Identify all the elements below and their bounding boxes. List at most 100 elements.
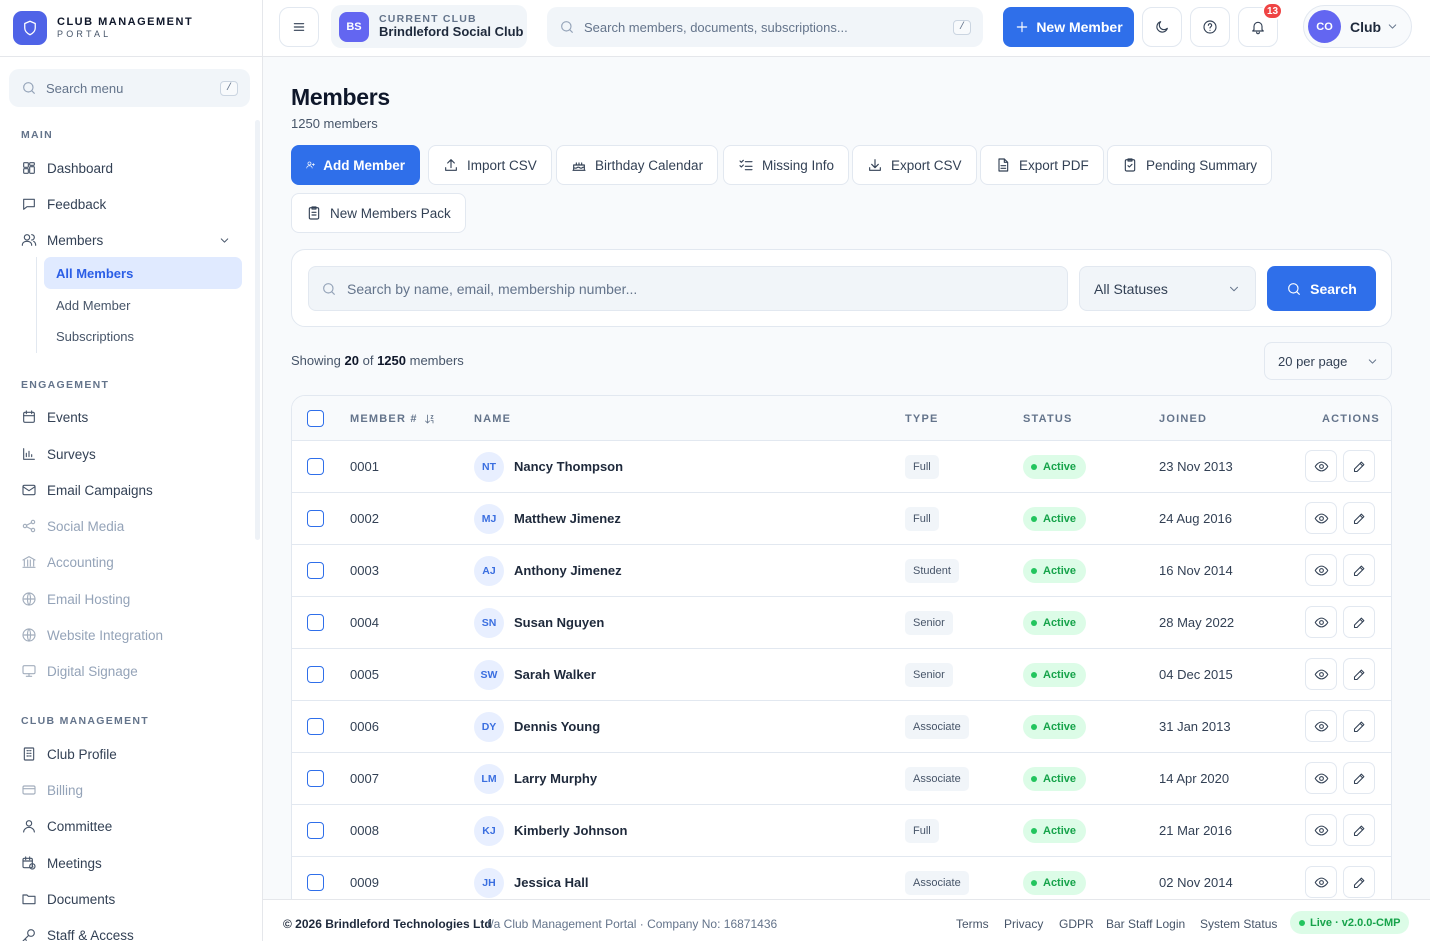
sidebar-item-surveys[interactable]: Surveys [21, 446, 241, 462]
table-row[interactable]: 0001 NT Nancy Thompson Full Active 23 Nov 201… [292, 441, 1391, 493]
sidebar-item-billing[interactable]: Billing [21, 782, 241, 798]
sidebar-item-meetings[interactable]: Meetings [21, 855, 241, 871]
view-button[interactable] [1305, 762, 1337, 794]
theme-toggle-button[interactable] [1142, 7, 1182, 47]
member-name[interactable]: Nancy Thompson [514, 459, 623, 474]
edit-button[interactable] [1343, 658, 1375, 690]
search-button[interactable]: Search [1267, 266, 1376, 311]
import-csv-button[interactable]: Import CSV [428, 145, 552, 185]
sidebar-item-club-profile[interactable]: Club Profile [21, 746, 241, 762]
view-button[interactable] [1305, 502, 1337, 534]
row-checkbox[interactable] [307, 666, 324, 683]
member-name[interactable]: Larry Murphy [514, 771, 597, 786]
row-checkbox[interactable] [307, 562, 324, 579]
edit-button[interactable] [1343, 762, 1375, 794]
birthday-calendar-button[interactable]: Birthday Calendar [556, 145, 719, 185]
edit-button[interactable] [1343, 450, 1375, 482]
sidebar-item-members[interactable]: Members [21, 232, 241, 248]
view-button[interactable] [1305, 554, 1337, 586]
footer-link-system-status[interactable]: System Status [1200, 917, 1277, 931]
brand[interactable]: CLUB MANAGEMENT PORTAL [0, 0, 262, 57]
pending-summary-button[interactable]: Pending Summary [1107, 145, 1273, 185]
member-name[interactable]: Sarah Walker [514, 667, 596, 682]
sidebar-item-dashboard[interactable]: Dashboard [21, 160, 241, 176]
member-name[interactable]: Jessica Hall [514, 875, 588, 890]
club-selector[interactable]: BS CURRENT CLUB Brindleford Social Club [331, 5, 527, 48]
edit-button[interactable] [1343, 710, 1375, 742]
status-filter-select[interactable]: All Statuses [1079, 266, 1256, 311]
sidebar-item-social-media[interactable]: Social Media [21, 518, 241, 534]
sidebar-scrollbar[interactable] [255, 120, 260, 540]
table-row[interactable]: 0006 DY Dennis Young Associate Active 31 Jan … [292, 701, 1391, 753]
export-pdf-button[interactable]: Export PDF [980, 145, 1104, 185]
table-row[interactable]: 0007 LM Larry Murphy Associate Active 14 Apr … [292, 753, 1391, 805]
sidebar-item-label: Email Campaigns [47, 482, 153, 498]
sidebar-subitem-subscriptions[interactable]: Subscriptions [44, 320, 242, 352]
table-row[interactable]: 0003 AJ Anthony Jimenez Student Active 16 Nov… [292, 545, 1391, 597]
row-checkbox[interactable] [307, 718, 324, 735]
menu-toggle-button[interactable] [279, 7, 319, 47]
row-checkbox[interactable] [307, 614, 324, 631]
member-name[interactable]: Kimberly Johnson [514, 823, 627, 838]
status-label: Active [1043, 617, 1077, 629]
new-member-button[interactable]: New Member [1003, 7, 1134, 47]
view-button[interactable] [1305, 658, 1337, 690]
edit-button[interactable] [1343, 502, 1375, 534]
global-search-input[interactable]: Search members, documents, subscriptions… [547, 7, 983, 47]
sidebar-item-feedback[interactable]: Feedback [21, 196, 241, 212]
row-checkbox[interactable] [307, 874, 324, 891]
sidebar-item-email-hosting[interactable]: Email Hosting [21, 591, 241, 607]
edit-button[interactable] [1343, 554, 1375, 586]
section-main: MAIN [21, 129, 54, 141]
sidebar-item-accounting[interactable]: Accounting [21, 554, 241, 570]
add-member-button[interactable]: Add Member [291, 145, 420, 185]
export-csv-button[interactable]: Export CSV [852, 145, 977, 185]
table-row[interactable]: 0004 SN Susan Nguyen Senior Active 28 May 202… [292, 597, 1391, 649]
chevron-down-icon[interactable] [218, 234, 231, 247]
sidebar-item-digital-signage[interactable]: Digital Signage [21, 663, 241, 679]
view-button[interactable] [1305, 710, 1337, 742]
table-row[interactable]: 0005 SW Sarah Walker Senior Active 04 Dec 201… [292, 649, 1391, 701]
new-members-pack-button[interactable]: New Members Pack [291, 193, 466, 233]
user-menu[interactable]: CO Club [1303, 5, 1412, 48]
per-page-select[interactable]: 20 per page [1264, 342, 1392, 380]
sidebar-item-website-integration[interactable]: Website Integration [21, 627, 241, 643]
select-all-checkbox[interactable] [307, 410, 324, 427]
view-button[interactable] [1305, 450, 1337, 482]
sidebar-item-staff-access[interactable]: Staff & Access [21, 927, 241, 941]
table-row[interactable]: 0002 MJ Matthew Jimenez Full Active 24 Aug 20… [292, 493, 1391, 545]
footer-link-bar-staff-login[interactable]: Bar Staff Login [1106, 917, 1185, 931]
sidebar-subitem-add-member[interactable]: Add Member [44, 289, 242, 321]
view-button[interactable] [1305, 814, 1337, 846]
row-checkbox[interactable] [307, 510, 324, 527]
missing-info-button[interactable]: Missing Info [723, 145, 850, 185]
sidebar-item-events[interactable]: Events [21, 409, 241, 425]
table-row[interactable]: 0008 KJ Kimberly Johnson Full Active 21 Mar 2… [292, 805, 1391, 857]
pencil-icon [1352, 771, 1367, 786]
footer: © 2026 Brindleford Technologies Ltd t/a … [263, 899, 1430, 941]
notifications-button[interactable]: 13 [1238, 2, 1283, 47]
sidebar-subitem-all-members[interactable]: All Members [44, 257, 242, 289]
edit-button[interactable] [1343, 814, 1375, 846]
sidebar-item-email-campaigns[interactable]: Email Campaigns [21, 482, 241, 498]
member-search-input[interactable]: Search by name, email, membership number… [308, 266, 1068, 311]
member-name[interactable]: Anthony Jimenez [514, 563, 622, 578]
row-checkbox[interactable] [307, 458, 324, 475]
sidebar-item-committee[interactable]: Committee [21, 818, 241, 834]
member-name[interactable]: Susan Nguyen [514, 615, 604, 630]
footer-link-gdpr[interactable]: GDPR [1059, 917, 1094, 931]
view-button[interactable] [1305, 606, 1337, 638]
help-button[interactable] [1190, 7, 1230, 47]
member-name[interactable]: Matthew Jimenez [514, 511, 621, 526]
footer-link-terms[interactable]: Terms [956, 917, 989, 931]
row-checkbox[interactable] [307, 822, 324, 839]
edit-button[interactable] [1343, 606, 1375, 638]
column-member-number[interactable]: MEMBER # [350, 413, 436, 425]
edit-button[interactable] [1343, 866, 1375, 898]
view-button[interactable] [1305, 866, 1337, 898]
sidebar-search-input[interactable]: Search menu / [9, 69, 250, 107]
sidebar-item-documents[interactable]: Documents [21, 891, 241, 907]
row-checkbox[interactable] [307, 770, 324, 787]
member-name[interactable]: Dennis Young [514, 719, 600, 734]
footer-link-privacy[interactable]: Privacy [1004, 917, 1043, 931]
